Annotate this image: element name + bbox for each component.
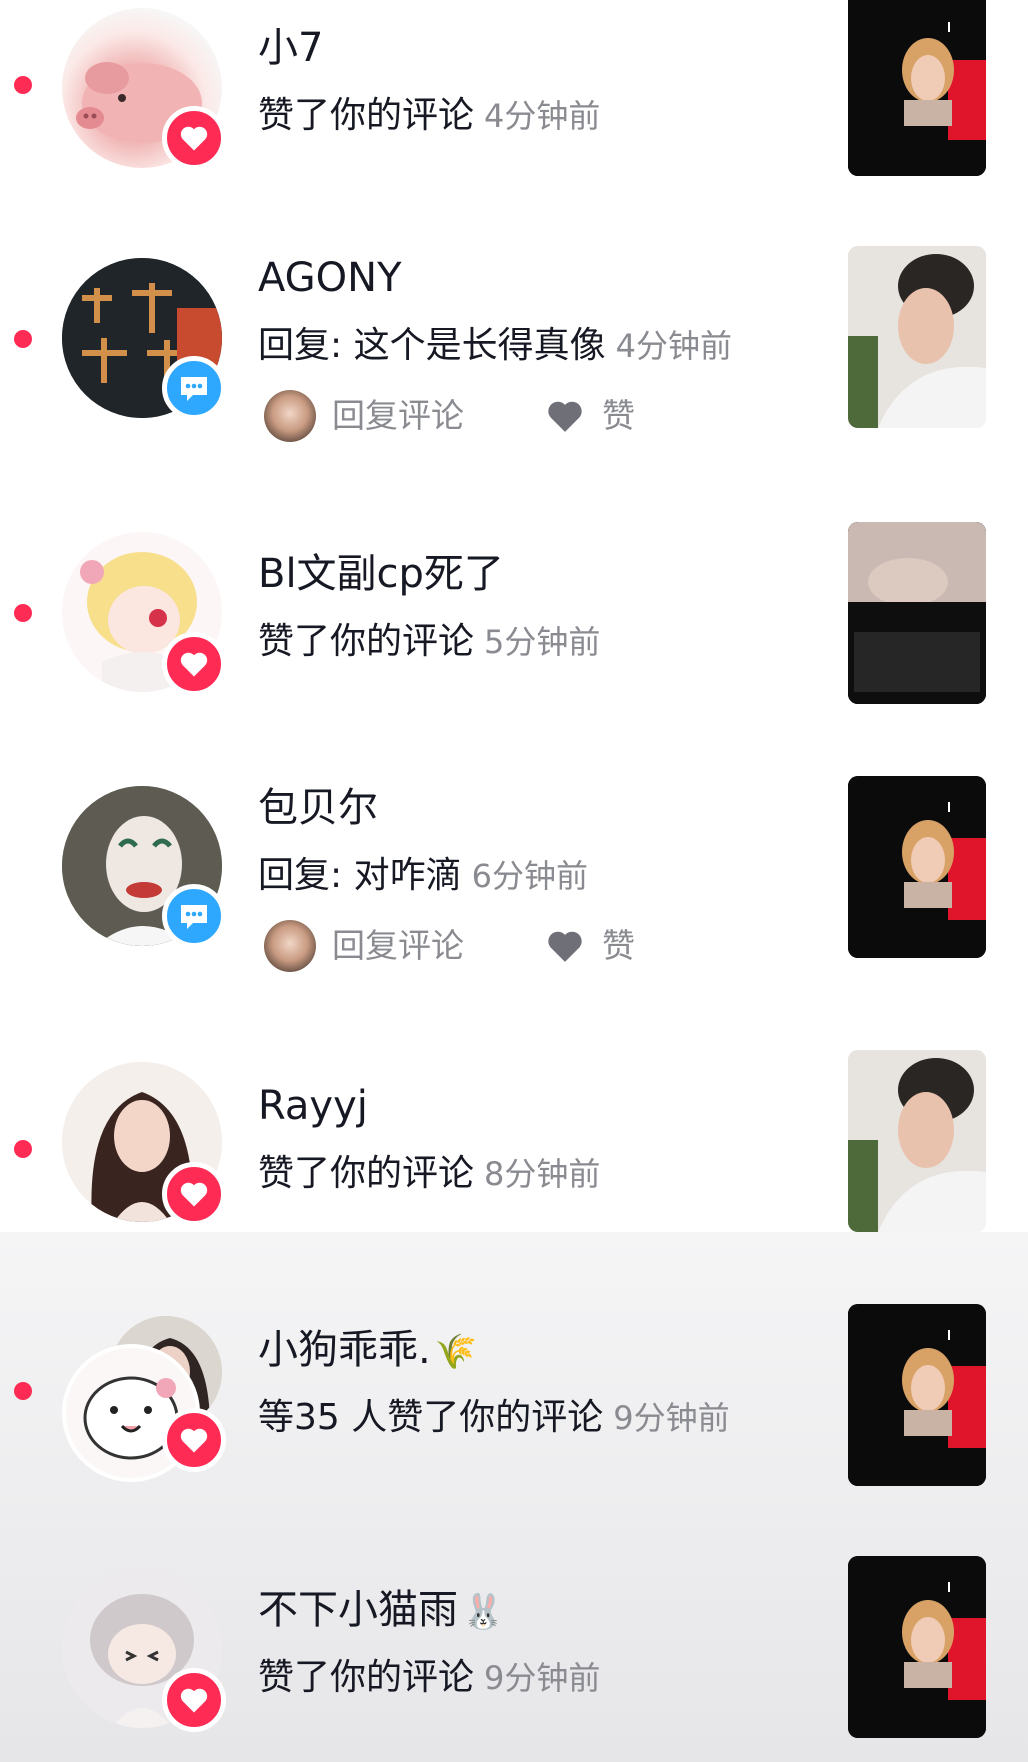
notification-time: 9分钟前 <box>613 1399 730 1437</box>
my-avatar <box>264 390 316 442</box>
like-badge <box>162 632 226 696</box>
my-avatar <box>264 920 316 972</box>
heart-outline-icon[interactable] <box>546 928 584 964</box>
rabbit-emoji: 🐰 <box>462 1592 505 1632</box>
notification-time: 5分钟前 <box>484 623 601 661</box>
notification-time: 9分钟前 <box>484 1659 601 1697</box>
heart-icon <box>180 652 208 677</box>
notification-text: 赞了你的评论 9分钟前 <box>258 1656 600 1700</box>
notification-text: 赞了你的评论 4分钟前 <box>258 94 600 138</box>
like-button[interactable]: 赞 <box>602 924 635 968</box>
like-badge <box>162 106 226 170</box>
like-badge <box>162 1668 226 1732</box>
notification-action: 赞了你的评论 <box>258 95 475 136</box>
unread-dot <box>14 76 32 94</box>
reply-badge <box>162 884 226 948</box>
user-name[interactable]: Bl文副cp死了 <box>258 550 504 598</box>
video-thumbnail[interactable] <box>848 1304 986 1486</box>
video-frame <box>848 1304 986 1486</box>
chat-bubble-icon <box>181 377 207 401</box>
video-frame <box>848 246 986 428</box>
unread-dot <box>14 1140 32 1158</box>
video-frame <box>848 776 986 958</box>
user-name[interactable]: 小7 <box>258 24 323 72</box>
video-frame <box>848 1050 986 1232</box>
notification-item[interactable]: Bl文副cp死了 赞了你的评论 5分钟前 <box>0 520 1028 710</box>
notification-action: 赞了你的评论 <box>258 1657 475 1698</box>
user-name[interactable]: 小狗乖乖. 🌾 <box>258 1326 477 1376</box>
user-name-text: 不下小猫雨 <box>258 1587 458 1633</box>
notification-item[interactable]: AGONY 回复: 这个是长得真像 4分钟前 回复评论 赞 <box>0 240 1028 470</box>
user-name[interactable]: 不下小猫雨 🐰 <box>258 1586 504 1636</box>
user-name[interactable]: 包贝尔 <box>258 784 378 832</box>
like-button[interactable]: 赞 <box>602 394 635 438</box>
user-name[interactable]: AGONY <box>258 254 402 302</box>
user-name-text: 小狗乖乖. <box>258 1327 431 1373</box>
video-thumbnail[interactable] <box>848 1556 986 1738</box>
notification-text: 回复: 对咋滴 6分钟前 <box>258 854 588 898</box>
notification-text: 等35 人赞了你的评论 9分钟前 <box>258 1396 730 1440</box>
notification-item[interactable]: 包贝尔 回复: 对咋滴 6分钟前 回复评论 赞 <box>0 770 1028 1000</box>
heart-icon <box>180 1688 208 1713</box>
notification-text: 赞了你的评论 8分钟前 <box>258 1152 600 1196</box>
video-frame <box>848 522 986 704</box>
notification-item[interactable]: 小狗乖乖. 🌾 等35 人赞了你的评论 9分钟前 <box>0 1290 1028 1500</box>
unread-dot <box>14 604 32 622</box>
video-thumbnail[interactable] <box>848 246 986 428</box>
like-badge <box>162 1162 226 1226</box>
heart-icon <box>180 1182 208 1207</box>
notification-list: 小7 赞了你的评论 4分钟前 AGONY 回复: 这个是长得真像 4分钟前 回复… <box>0 0 1028 1762</box>
video-frame <box>848 0 986 176</box>
chat-bubble-icon <box>181 905 207 929</box>
heart-icon <box>180 1428 208 1453</box>
notification-item[interactable]: 小7 赞了你的评论 4分钟前 <box>0 0 1028 200</box>
notification-time: 4分钟前 <box>615 327 732 365</box>
notification-text: 回复: 这个是长得真像 4分钟前 <box>258 324 732 368</box>
video-frame <box>848 1556 986 1738</box>
video-thumbnail[interactable] <box>848 522 986 704</box>
notification-action: 回复: 这个是长得真像 <box>258 325 606 366</box>
reply-comment-button[interactable]: 回复评论 <box>332 394 464 438</box>
unread-dot <box>14 330 32 348</box>
notification-action: 赞了你的评论 <box>258 1153 475 1194</box>
video-thumbnail[interactable] <box>848 0 986 176</box>
heart-icon <box>180 126 208 151</box>
notification-text: 赞了你的评论 5分钟前 <box>258 620 600 664</box>
reply-badge <box>162 356 226 420</box>
notification-time: 4分钟前 <box>484 97 601 135</box>
video-thumbnail[interactable] <box>848 1050 986 1232</box>
unread-dot <box>14 1382 32 1400</box>
heart-outline-icon[interactable] <box>546 398 584 434</box>
notification-item[interactable]: Rayyj 赞了你的评论 8分钟前 <box>0 1040 1028 1240</box>
wheat-emoji: 🌾 <box>434 1332 478 1372</box>
notification-item[interactable]: 不下小猫雨 🐰 赞了你的评论 9分钟前 <box>0 1540 1028 1762</box>
notification-action: 等35 人赞了你的评论 <box>258 1397 604 1438</box>
notification-time: 8分钟前 <box>484 1155 601 1193</box>
reply-comment-button[interactable]: 回复评论 <box>332 924 464 968</box>
video-thumbnail[interactable] <box>848 776 986 958</box>
like-badge <box>162 1408 226 1472</box>
notification-action: 回复: 对咋滴 <box>258 855 462 896</box>
user-name[interactable]: Rayyj <box>258 1082 368 1130</box>
notification-action: 赞了你的评论 <box>258 621 475 662</box>
notification-time: 6分钟前 <box>471 857 588 895</box>
